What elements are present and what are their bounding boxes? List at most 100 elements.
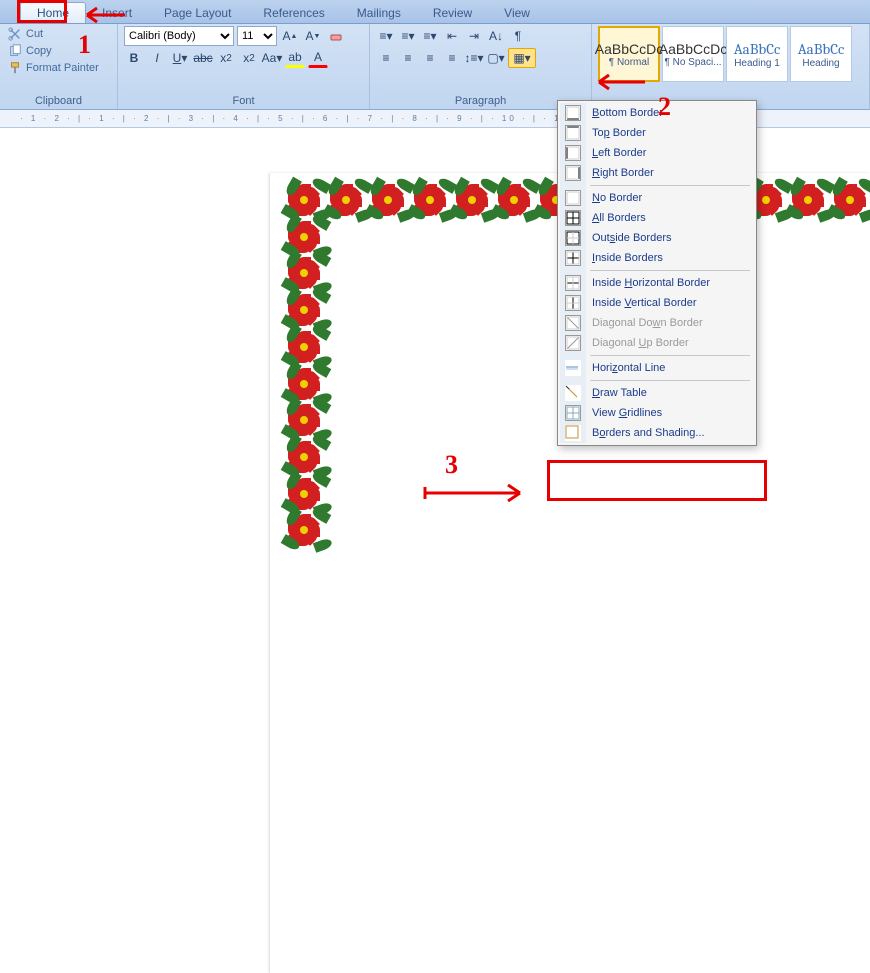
annotation-arrow-1 bbox=[77, 5, 129, 27]
justify-button[interactable]: ≡ bbox=[442, 48, 462, 68]
tab-references[interactable]: References bbox=[247, 3, 340, 23]
flower-ornament bbox=[282, 472, 326, 509]
clear-formatting-button[interactable] bbox=[326, 26, 346, 46]
style-preview: AaBbCc bbox=[734, 40, 781, 58]
menu-item-left-border[interactable]: Left Border bbox=[560, 143, 754, 163]
menu-separator bbox=[590, 355, 750, 356]
menu-item-label: Diagonal Down Border bbox=[592, 317, 703, 329]
annotation-arrow-2 bbox=[591, 72, 649, 94]
menu-item-label: Inside Borders bbox=[592, 252, 663, 264]
change-case-button[interactable]: Aa▾ bbox=[262, 48, 282, 68]
increase-indent-button[interactable]: ⇥ bbox=[464, 26, 484, 46]
tab-review[interactable]: Review bbox=[417, 3, 488, 23]
style-label: Heading bbox=[802, 58, 839, 69]
border-icon bbox=[565, 250, 581, 266]
ribbon-tabs: Home Insert Page Layout References Maili… bbox=[0, 0, 870, 24]
italic-button[interactable]: I bbox=[147, 48, 167, 68]
group-styles: AaBbCcDc¶ NormalAaBbCcDc¶ No Spaci...AaB… bbox=[592, 24, 870, 109]
flower-ornament bbox=[282, 362, 326, 399]
flower-ornament bbox=[366, 178, 408, 222]
multilevel-list-button[interactable]: ≡▾ bbox=[420, 26, 440, 46]
page-border-left bbox=[282, 178, 326, 545]
flower-ornament bbox=[282, 178, 326, 215]
style-preview: AaBbCcDc bbox=[595, 41, 663, 57]
menu-item-all-borders[interactable]: All Borders bbox=[560, 208, 754, 228]
border-menu: Bottom Border Top Border Left Border Right … bbox=[557, 100, 757, 446]
menu-item-label: Outside Borders bbox=[592, 232, 672, 244]
menu-item-bottom-border[interactable]: Bottom Border bbox=[560, 103, 754, 123]
tab-mailings[interactable]: Mailings bbox=[341, 3, 417, 23]
decrease-indent-button[interactable]: ⇤ bbox=[442, 26, 462, 46]
subscript-button[interactable]: x2 bbox=[216, 48, 236, 68]
menu-item-label: Bottom Border bbox=[592, 107, 663, 119]
align-left-button[interactable]: ≡ bbox=[376, 48, 396, 68]
underline-button[interactable]: U▾ bbox=[170, 48, 190, 68]
menu-item-label: Draw Table bbox=[592, 387, 647, 399]
style-item-3[interactable]: AaBbCcHeading bbox=[790, 26, 852, 82]
bold-button[interactable]: B bbox=[124, 48, 144, 68]
font-color-button[interactable]: A bbox=[308, 48, 328, 68]
menu-item-inside-borders[interactable]: Inside Borders bbox=[560, 248, 754, 268]
font-name-select[interactable]: Calibri (Body) bbox=[124, 26, 234, 46]
menu-item-label: Borders and Shading... bbox=[592, 427, 705, 439]
show-marks-button[interactable]: ¶ bbox=[508, 26, 528, 46]
menu-item-label: No Border bbox=[592, 192, 642, 204]
copy-icon bbox=[8, 44, 22, 58]
menu-item-label: Inside Vertical Border bbox=[592, 297, 697, 309]
menu-item-no-border[interactable]: No Border bbox=[560, 188, 754, 208]
border-icon bbox=[565, 425, 581, 441]
sort-button[interactable]: A↓ bbox=[486, 26, 506, 46]
font-size-select[interactable]: 11 bbox=[237, 26, 277, 46]
menu-item-borders-and-shading[interactable]: Borders and Shading... bbox=[560, 423, 754, 443]
style-item-1[interactable]: AaBbCcDc¶ No Spaci... bbox=[662, 26, 724, 82]
align-right-button[interactable]: ≡ bbox=[420, 48, 440, 68]
menu-item-diagonal-up-border: Diagonal Up Border bbox=[560, 333, 754, 353]
annotation-number-1: 1 bbox=[78, 30, 91, 60]
shrink-font-button[interactable]: A▼ bbox=[303, 26, 323, 46]
shading-button[interactable]: ▢▾ bbox=[486, 48, 506, 68]
highlight-button[interactable]: ab bbox=[285, 48, 305, 68]
menu-item-label: Top Border bbox=[592, 127, 646, 139]
annotation-box-3 bbox=[547, 460, 767, 501]
menu-separator bbox=[590, 270, 750, 271]
border-icon bbox=[565, 275, 581, 291]
tab-view[interactable]: View bbox=[488, 3, 546, 23]
tab-page-layout[interactable]: Page Layout bbox=[148, 3, 247, 23]
grow-font-button[interactable]: A▲ bbox=[280, 26, 300, 46]
strikethrough-button[interactable]: abc bbox=[193, 48, 213, 68]
menu-item-view-gridlines[interactable]: View Gridlines bbox=[560, 403, 754, 423]
flower-ornament bbox=[408, 178, 450, 222]
menu-item-inside-vertical-border[interactable]: Inside Vertical Border bbox=[560, 293, 754, 313]
menu-item-inside-horizontal-border[interactable]: Inside Horizontal Border bbox=[560, 273, 754, 293]
paintbrush-icon bbox=[8, 61, 22, 75]
menu-item-label: Diagonal Up Border bbox=[592, 337, 689, 349]
border-button[interactable]: ▦▾ bbox=[508, 48, 536, 68]
border-icon bbox=[565, 230, 581, 246]
flower-ornament bbox=[828, 178, 870, 222]
scissors-icon bbox=[8, 27, 22, 41]
menu-item-draw-table[interactable]: Draw Table bbox=[560, 383, 754, 403]
line-spacing-button[interactable]: ↕≡▾ bbox=[464, 48, 484, 68]
superscript-button[interactable]: x2 bbox=[239, 48, 259, 68]
annotation-box-1 bbox=[17, 0, 67, 23]
menu-item-outside-borders[interactable]: Outside Borders bbox=[560, 228, 754, 248]
copy-label: Copy bbox=[26, 45, 52, 57]
align-center-button[interactable]: ≡ bbox=[398, 48, 418, 68]
bullets-button[interactable]: ≡▾ bbox=[376, 26, 396, 46]
menu-item-label: Inside Horizontal Border bbox=[592, 277, 710, 289]
flower-ornament bbox=[282, 251, 326, 288]
format-painter-button[interactable]: Format Painter bbox=[6, 60, 101, 76]
border-icon bbox=[565, 405, 581, 421]
style-label: Heading 1 bbox=[734, 58, 780, 69]
flower-ornament bbox=[282, 325, 326, 362]
group-font: Calibri (Body) 11 A▲ A▼ B I U▾ abc x2 x2… bbox=[118, 24, 370, 109]
menu-item-top-border[interactable]: Top Border bbox=[560, 123, 754, 143]
flower-ornament bbox=[282, 398, 326, 435]
menu-item-right-border[interactable]: Right Border bbox=[560, 163, 754, 183]
menu-item-horizontal-line[interactable]: Horizontal Line bbox=[560, 358, 754, 378]
style-item-2[interactable]: AaBbCcHeading 1 bbox=[726, 26, 788, 82]
menu-item-diagonal-down-border: Diagonal Down Border bbox=[560, 313, 754, 333]
menu-item-label: Right Border bbox=[592, 167, 654, 179]
flower-ornament bbox=[450, 178, 492, 222]
numbering-button[interactable]: ≡▾ bbox=[398, 26, 418, 46]
